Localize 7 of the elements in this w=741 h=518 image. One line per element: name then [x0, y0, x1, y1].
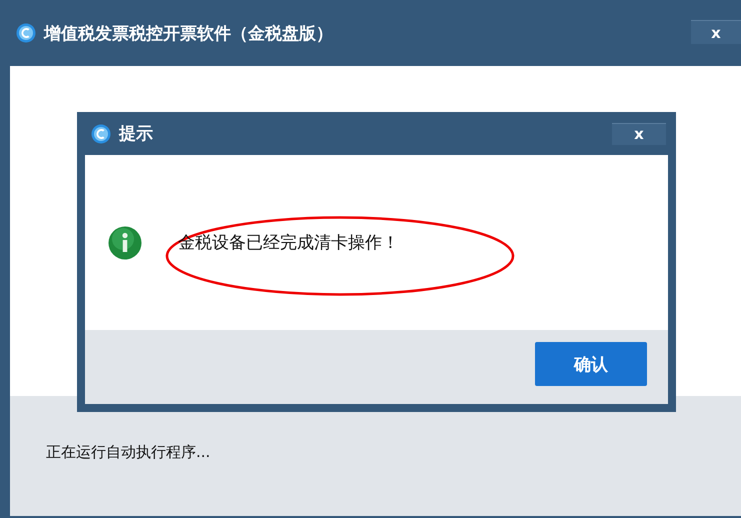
dialog-message: 金税设备已经完成清卡操作！ [178, 232, 399, 254]
confirm-button[interactable]: 确认 [535, 342, 647, 386]
dialog-title: 提示 [119, 123, 154, 145]
close-button[interactable]: x [691, 20, 741, 44]
status-text: 正在运行自动执行程序... [46, 442, 210, 462]
window-title: 增值税发票税控开票软件（金税盘版） [44, 22, 334, 44]
close-button[interactable]: x [612, 122, 666, 144]
